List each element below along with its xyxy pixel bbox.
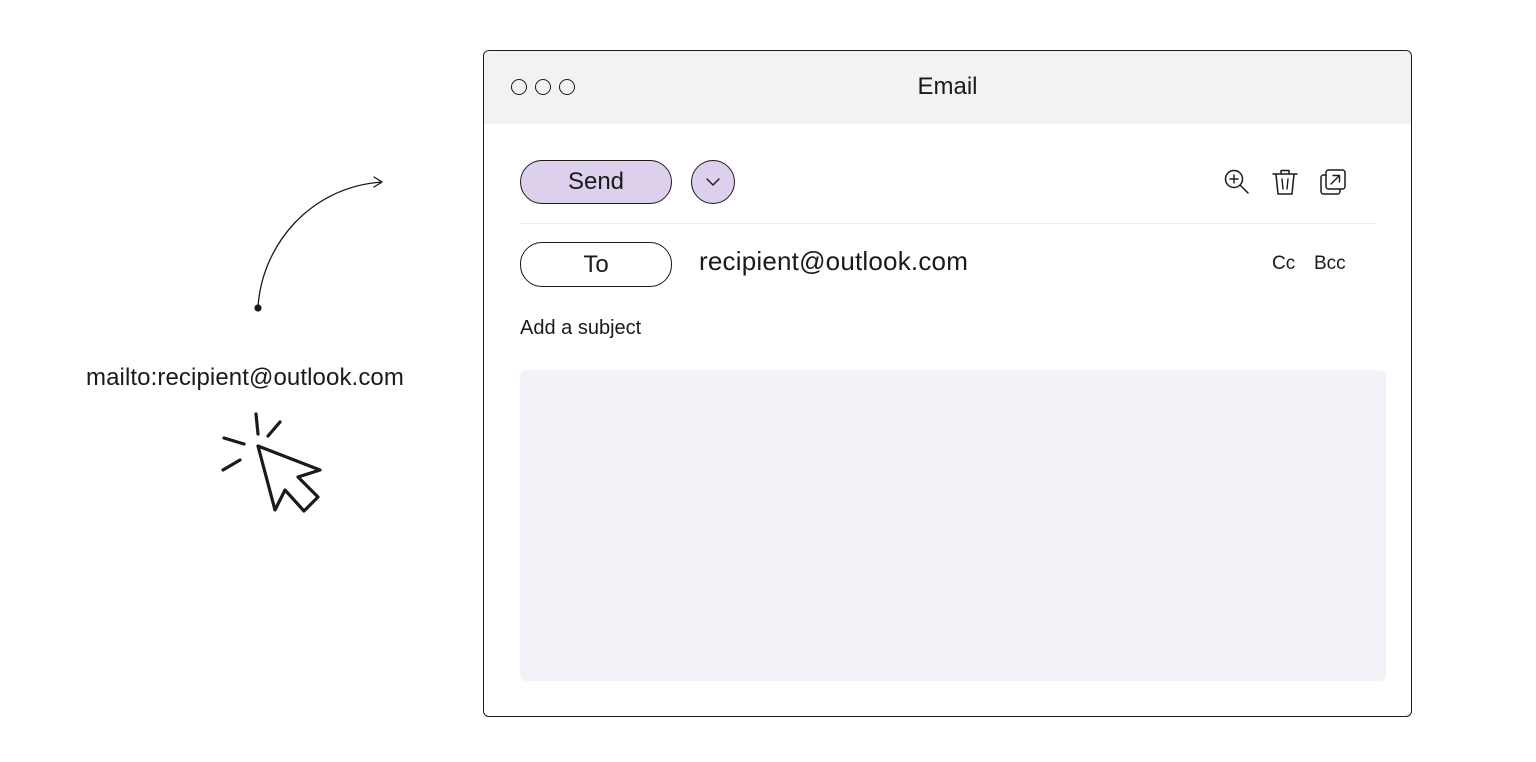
title-bar: Email <box>484 51 1411 124</box>
chevron-down-icon <box>706 178 720 186</box>
mailto-link[interactable]: mailto:recipient@outlook.com <box>86 364 404 392</box>
pop-out-icon[interactable] <box>1318 167 1348 197</box>
stage: mailto:recipient@outlook.com Email Send <box>0 0 1536 762</box>
toolbar-actions <box>1222 167 1348 197</box>
message-body[interactable] <box>520 370 1386 681</box>
cc-button[interactable]: Cc <box>1272 253 1295 275</box>
click-cursor-icon <box>221 412 322 513</box>
to-button[interactable]: To <box>520 242 672 287</box>
subject-input[interactable] <box>520 313 1120 343</box>
bcc-button[interactable]: Bcc <box>1314 253 1346 275</box>
zoom-in-icon[interactable] <box>1222 167 1252 197</box>
curved-arrow-icon <box>254 176 383 312</box>
trash-icon[interactable] <box>1270 167 1300 197</box>
email-window: Email Send To recipient@outlook.com Cc B… <box>483 50 1412 717</box>
send-button[interactable]: Send <box>520 160 672 204</box>
toolbar-divider <box>520 223 1376 224</box>
send-options-button[interactable] <box>691 160 735 204</box>
window-title: Email <box>917 73 978 100</box>
to-field[interactable]: recipient@outlook.com <box>699 246 968 277</box>
